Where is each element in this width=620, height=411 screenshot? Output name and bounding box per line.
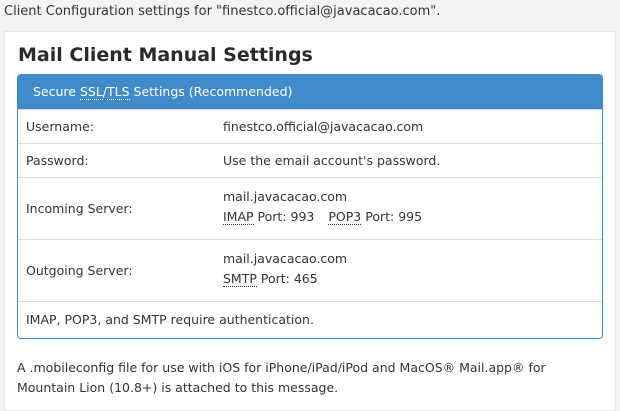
incoming-ports: IMAP Port: 993 POP3 Port: 995 (223, 207, 422, 227)
panel-header-suffix: Settings (Recommended) (129, 84, 293, 99)
smtp-port: Port: 465 (256, 271, 318, 286)
panel-header: Secure SSL/TLS Settings (Recommended) (18, 75, 602, 109)
outgoing-ports: SMTP Port: 465 (223, 269, 347, 289)
username-value: finestco.official@javacacao.com (223, 119, 424, 134)
password-row: Password: Use the email account's passwo… (18, 143, 602, 177)
auth-note-row: IMAP, POP3, and SMTP require authenticat… (18, 301, 602, 337)
username-row: Username: finestco.official@javacacao.co… (18, 109, 602, 143)
incoming-host: mail.javacacao.com (223, 189, 348, 204)
imap-port: Port: 993 (253, 209, 315, 224)
incoming-server-row: Incoming Server: mail.javacacao.com IMAP… (18, 177, 602, 239)
username-label: Username: (26, 119, 94, 134)
outgoing-server-label: Outgoing Server: (26, 263, 133, 278)
settings-panel: Secure SSL/TLS Settings (Recommended) Us… (17, 74, 603, 339)
incoming-server-label: Incoming Server: (26, 201, 133, 216)
smtp-abbr: SMTP (223, 271, 257, 287)
outgoing-server-value: mail.javacacao.com SMTP Port: 465 (223, 249, 347, 289)
tls-abbr: TLS (107, 84, 130, 100)
mobileconfig-note: A .mobileconfig file for use with iOS fo… (17, 360, 546, 395)
auth-note: IMAP, POP3, and SMTP require authenticat… (26, 312, 314, 327)
outgoing-host: mail.javacacao.com (223, 251, 348, 266)
intro-text: Client Configuration settings for "fines… (4, 4, 441, 19)
panel-header-prefix: Secure (33, 84, 80, 99)
ssl-abbr: SSL (79, 84, 103, 100)
page-title: Mail Client Manual Settings (18, 44, 313, 66)
outgoing-server-row: Outgoing Server: mail.javacacao.com SMTP… (18, 239, 602, 301)
settings-card: Mail Client Manual Settings Secure SSL/T… (4, 31, 616, 411)
pop3-port: Port: 995 (361, 209, 423, 224)
password-value: Use the email account's password. (223, 153, 441, 168)
incoming-server-value: mail.javacacao.com IMAP Port: 993 POP3 Po… (223, 187, 422, 227)
imap-abbr: IMAP (223, 209, 254, 225)
password-label: Password: (26, 153, 89, 168)
pop3-abbr: POP3 (328, 209, 362, 225)
